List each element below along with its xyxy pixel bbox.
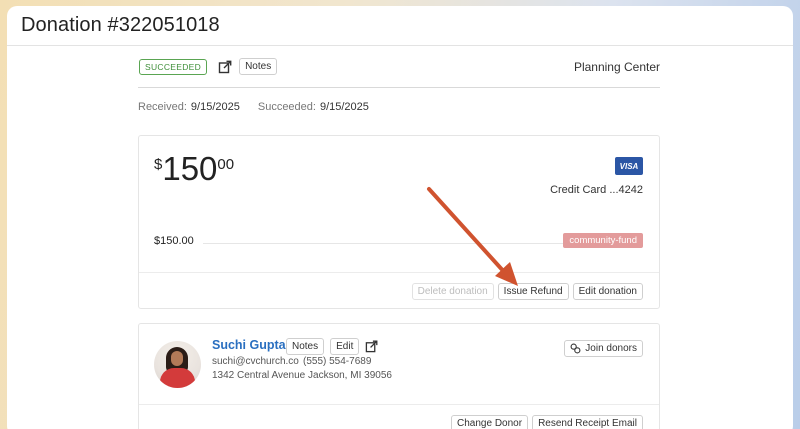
join-donors-label: Join donors — [585, 343, 637, 354]
donor-email: suchi@cvchurch.co — [212, 356, 299, 367]
donor-address: 1342 Central Avenue Jackson, MI 39056 — [212, 370, 392, 381]
delete-donation-button[interactable]: Delete donation — [411, 283, 494, 300]
notes-button[interactable]: Notes — [239, 58, 278, 75]
donation-amount-card: $ 150 00 VISA Credit Card ...4242 $150.0… — [138, 135, 660, 309]
amount-whole: 150 — [162, 150, 218, 187]
donor-name-link[interactable]: Suchi Gupta — [212, 338, 286, 352]
donor-phone: (555) 554-7689 — [303, 356, 372, 367]
avatar — [154, 341, 201, 388]
donor-edit-button[interactable]: Edit — [330, 338, 360, 355]
donor-actions: Change Donor Resend Receipt Email — [451, 415, 643, 429]
succeeded-label: Succeeded: — [257, 101, 316, 113]
dates-row: Received: 9/15/2025 Succeeded: 9/15/2025 — [138, 88, 660, 126]
donation-actions: Delete donation Issue Refund Edit donati… — [411, 283, 643, 300]
external-link-icon[interactable] — [218, 60, 232, 74]
designation-rule — [203, 243, 567, 244]
donor-divider — [139, 404, 659, 405]
card-divider — [139, 272, 659, 273]
page-header: Donation #322051018 — [7, 6, 793, 46]
visa-card-icon: VISA — [615, 157, 643, 175]
received-date: 9/15/2025 — [190, 101, 240, 113]
status-badge: SUCCEEDED — [139, 58, 208, 75]
page-title: Donation #322051018 — [21, 14, 220, 36]
edit-donation-button[interactable]: Edit donation — [572, 283, 643, 300]
currency-symbol: $ — [154, 156, 163, 173]
donation-content: SUCCEEDED Notes Planning Center Received… — [138, 46, 660, 429]
organization-name: Planning Center — [573, 59, 660, 74]
amount-cents: 00 — [217, 156, 235, 173]
link-icon — [570, 343, 581, 354]
donor-buttons: Notes Edit — [286, 338, 378, 355]
payment-method: Credit Card ...4242 — [550, 184, 643, 196]
fund-badge: community-fund — [563, 233, 643, 248]
app-window: Donation #322051018 SUCCEEDED Notes Plan… — [7, 6, 793, 429]
received-label: Received: — [138, 101, 187, 113]
status-row: SUCCEEDED Notes Planning Center — [138, 46, 660, 88]
external-link-icon[interactable] — [365, 340, 378, 353]
donor-notes-button[interactable]: Notes — [286, 338, 325, 355]
designation-amount: $150.00 — [154, 235, 194, 247]
resend-receipt-button[interactable]: Resend Receipt Email — [532, 415, 643, 429]
donation-amount: $ 150 00 — [154, 150, 234, 188]
succeeded-date: 9/15/2025 — [319, 101, 369, 113]
join-donors-button[interactable]: Join donors — [564, 340, 643, 357]
change-donor-button[interactable]: Change Donor — [451, 415, 529, 429]
issue-refund-button[interactable]: Issue Refund — [497, 283, 569, 300]
donor-card: Suchi Gupta Notes Edit suchi@cvchurch.co… — [138, 323, 660, 429]
